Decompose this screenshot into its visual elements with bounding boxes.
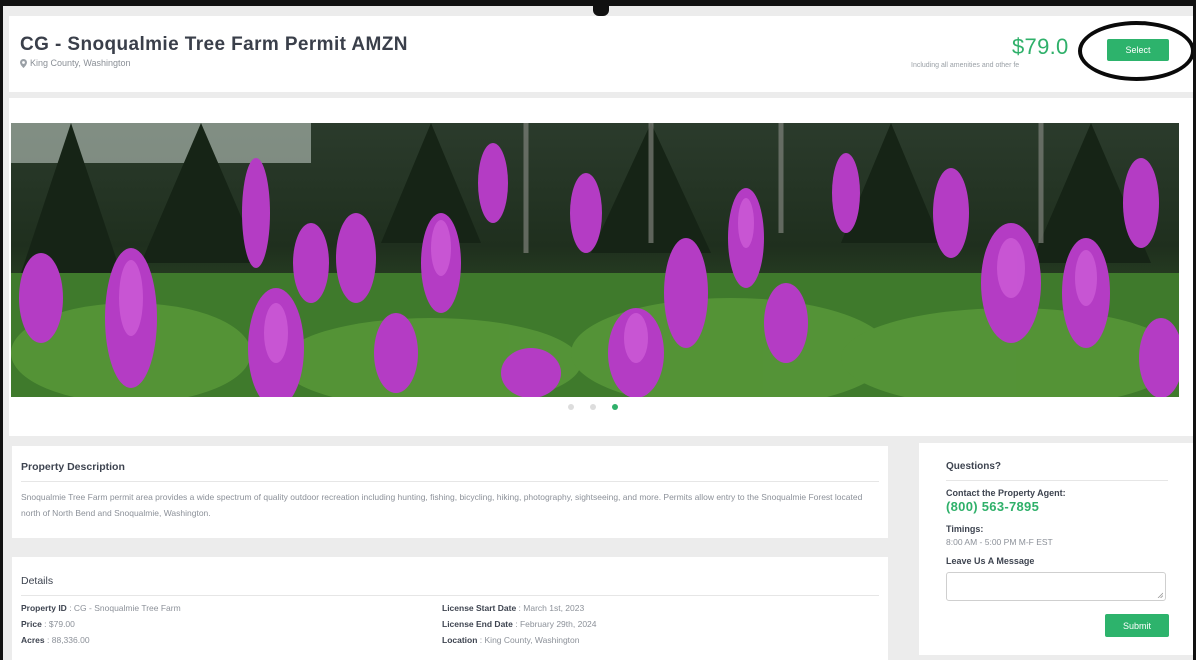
details-title: Details [21,575,54,587]
page-title: CG - Snoqualmie Tree Farm Permit AMZN [20,34,408,55]
detail-price: Price : $79.00 [21,619,75,629]
browser-frame: CG - Snoqualmie Tree Farm Permit AMZN Ki… [0,0,1196,660]
camera-notch [593,6,609,16]
map-pin-icon [20,58,27,68]
contact-label: Contact the Property Agent: [946,488,1066,498]
detail-license-end: License End Date : February 29th, 2024 [442,619,597,629]
timings-value: 8:00 AM - 5:00 PM M-F EST [946,537,1053,547]
submit-button[interactable]: Submit [1105,614,1169,637]
details-grid: Property ID : CG - Snoqualmie Tree Farm … [21,603,879,645]
message-textarea[interactable] [946,572,1166,601]
description-title: Property Description [21,461,125,473]
location-text: King County, Washington [30,58,131,68]
detail-license-start: License Start Date : March 1st, 2023 [442,603,585,613]
divider [21,481,879,482]
divider [946,480,1168,481]
select-button[interactable]: Select [1107,39,1169,61]
resize-handle-icon[interactable] [1157,592,1163,598]
message-label: Leave Us A Message [946,556,1035,566]
listing-header: CG - Snoqualmie Tree Farm Permit AMZN Ki… [9,16,1193,92]
timings-label: Timings: [946,524,984,534]
price-value: $79.0 [1012,34,1069,59]
detail-location: Location : King County, Washington [442,635,580,645]
carousel-dot-3[interactable] [612,404,618,410]
detail-property-id: Property ID : CG - Snoqualmie Tree Farm [21,603,181,613]
agent-phone-link[interactable]: (800) 563-7895 [946,499,1168,514]
details-card: Details Property ID : CG - Snoqualmie Tr… [12,557,888,660]
property-description-card: Property Description Snoqualmie Tree Far… [12,446,888,538]
hero-image[interactable] [11,123,1179,397]
carousel-dot-2[interactable] [590,404,596,410]
image-gallery [9,98,1193,436]
divider [21,595,879,596]
questions-card: Questions? Contact the Property Agent: (… [919,443,1193,655]
location-line: King County, Washington [20,58,131,68]
price-note: Including all amenities and other fe [911,62,1020,69]
carousel-dot-1[interactable] [568,404,574,410]
detail-acres: Acres : 88,336.00 [21,635,90,645]
questions-title: Questions? [946,461,1002,472]
description-text: Snoqualmie Tree Farm permit area provide… [21,492,863,518]
carousel-dots [568,404,618,410]
